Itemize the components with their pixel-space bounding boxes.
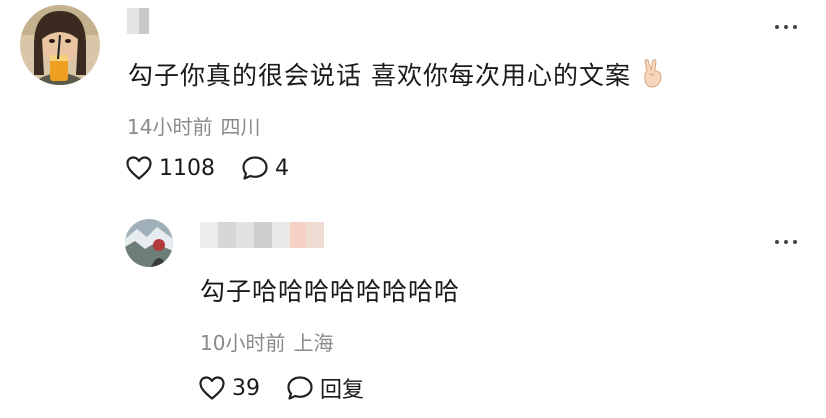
reply-body: 勾子哈哈哈哈哈哈哈哈 xyxy=(200,277,461,306)
comment-bubble-icon xyxy=(287,376,313,400)
comment-thread: 勾子你真的很会说话 喜欢你每次用心的文案 14小时前 四川 1108 4 勾子哈… xyxy=(0,0,826,418)
dot-icon xyxy=(784,240,788,244)
victory-hand-icon xyxy=(641,59,665,89)
reply-like-button[interactable]: 39 xyxy=(198,375,260,401)
dot-icon xyxy=(775,25,779,29)
username-blurred[interactable] xyxy=(127,8,149,34)
reply-location: 上海 xyxy=(293,331,334,355)
reply-text: 勾子哈哈哈哈哈哈哈哈 xyxy=(200,272,460,308)
reply-timestamp: 10小时前 xyxy=(200,331,286,355)
comment-meta: 14小时前 四川 xyxy=(127,111,260,140)
comment-body: 勾子你真的很会说话 喜欢你每次用心的文案 xyxy=(128,61,631,90)
like-button[interactable]: 1108 xyxy=(125,155,215,181)
reply-actions: 39 回复 xyxy=(198,372,364,404)
dot-icon xyxy=(784,25,788,29)
reply-button[interactable]: 4 xyxy=(241,155,289,181)
heart-icon xyxy=(199,376,225,400)
comment-bubble-icon xyxy=(242,156,268,180)
reply-username-blurred[interactable] xyxy=(200,222,324,248)
like-count: 1108 xyxy=(159,155,215,181)
comment-text: 勾子你真的很会说话 喜欢你每次用心的文案 xyxy=(128,56,665,92)
reply-like-count: 39 xyxy=(232,375,260,401)
reply-meta: 10小时前 上海 xyxy=(200,327,333,356)
dot-icon xyxy=(793,240,797,244)
reply-user-avatar-image xyxy=(125,219,173,267)
dot-icon xyxy=(775,240,779,244)
avatar[interactable] xyxy=(20,5,100,85)
reply-to-reply-button[interactable]: 回复 xyxy=(286,372,364,404)
heart-icon xyxy=(126,156,152,180)
location: 四川 xyxy=(220,115,261,139)
comment-actions: 1108 4 xyxy=(125,155,289,181)
user-avatar-image xyxy=(20,5,100,85)
reply-count: 4 xyxy=(275,155,289,181)
dot-icon xyxy=(793,25,797,29)
reply-avatar[interactable] xyxy=(125,219,173,267)
reply-button-label: 回复 xyxy=(320,378,365,403)
timestamp: 14小时前 xyxy=(127,115,213,139)
reply-more-options-button[interactable] xyxy=(768,232,804,252)
more-options-button[interactable] xyxy=(768,17,804,37)
